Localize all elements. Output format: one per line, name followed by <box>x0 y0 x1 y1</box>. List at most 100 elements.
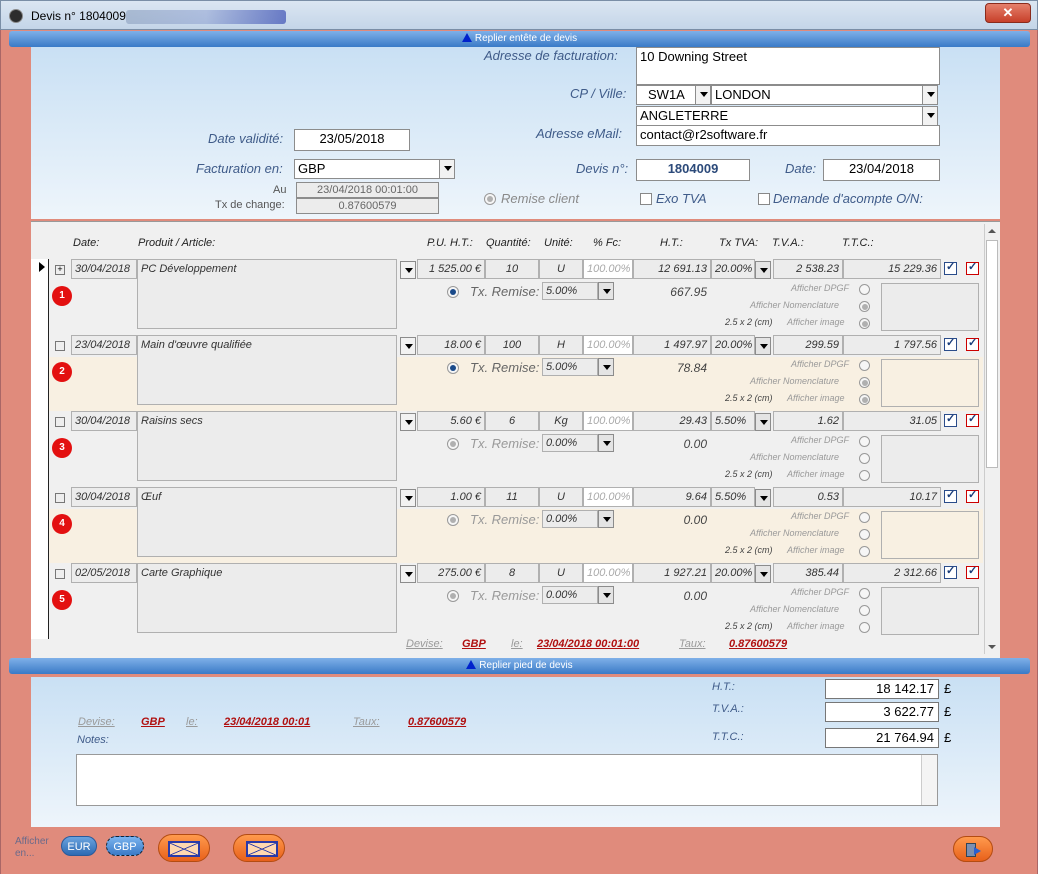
ville-field[interactable]: LONDON <box>711 85 923 105</box>
close-button[interactable]: ✕ <box>985 3 1031 23</box>
cp-field[interactable]: SW1A <box>636 85 696 105</box>
line-include-checkbox[interactable] <box>944 412 957 427</box>
email-field[interactable]: contact@r2software.fr <box>636 125 940 146</box>
line-print-checkbox[interactable] <box>966 260 979 275</box>
line-txtva-field[interactable]: 20.00% <box>711 563 755 583</box>
send-email-button[interactable] <box>233 834 285 862</box>
line-remise-field[interactable]: 5.00% <box>542 358 598 376</box>
line-unit-field[interactable]: U <box>539 487 583 507</box>
line-product-field[interactable]: Œuf <box>137 487 397 557</box>
product-dropdown-icon[interactable] <box>400 489 416 507</box>
afficher-nomenclature-radio[interactable] <box>859 529 870 540</box>
line-print-checkbox[interactable] <box>966 488 979 503</box>
afficher-nomenclature-radio[interactable] <box>859 453 870 464</box>
pied-taux-value[interactable]: 0.87600579 <box>408 716 466 728</box>
product-dropdown-icon[interactable] <box>400 413 416 431</box>
pays-field[interactable]: ANGLETERRE <box>636 106 923 126</box>
line-remise-field[interactable]: 0.00% <box>542 586 598 604</box>
line-txtva-field[interactable]: 5.50% <box>711 411 755 431</box>
tx-remise-radio[interactable] <box>447 286 459 298</box>
exo-tva-checkbox[interactable] <box>640 193 652 205</box>
line-remise-field[interactable]: 0.00% <box>542 434 598 452</box>
line-pu-field[interactable]: 275.00 € <box>417 563 485 583</box>
row-selector[interactable] <box>31 335 49 411</box>
notes-scrollbar[interactable] <box>921 755 937 805</box>
gbp-button[interactable]: GBP <box>106 836 144 856</box>
notes-textarea[interactable] <box>76 754 938 806</box>
row-selector[interactable] <box>31 563 49 639</box>
line-pu-field[interactable]: 1 525.00 € <box>417 259 485 279</box>
line-date-field[interactable]: 30/04/2018 <box>71 487 137 507</box>
afficher-image-radio[interactable] <box>859 394 870 405</box>
row-expand-button[interactable] <box>55 417 65 427</box>
line-include-checkbox[interactable] <box>944 260 957 275</box>
line-quantity-field[interactable]: 8 <box>485 563 539 583</box>
date-validite-field[interactable]: 23/05/2018 <box>294 129 410 151</box>
line-product-field[interactable]: Raisins secs <box>137 411 397 481</box>
afficher-image-radio[interactable] <box>859 470 870 481</box>
devis-num-field[interactable]: 1804009 <box>636 159 750 181</box>
scroll-thumb[interactable] <box>986 240 998 468</box>
row-selector[interactable] <box>31 487 49 563</box>
line-print-checkbox[interactable] <box>966 412 979 427</box>
tx-remise-radio[interactable] <box>447 514 459 526</box>
txtva-dropdown-icon[interactable] <box>755 337 771 355</box>
afficher-image-radio[interactable] <box>859 546 870 557</box>
lines-taux-value[interactable]: 0.87600579 <box>729 638 787 650</box>
tx-remise-radio[interactable] <box>447 590 459 602</box>
afficher-nomenclature-radio[interactable] <box>859 301 870 312</box>
ville-dropdown-icon[interactable] <box>922 85 938 105</box>
email-button[interactable] <box>158 834 210 862</box>
row-selector[interactable] <box>31 411 49 487</box>
afficher-dpgf-radio[interactable] <box>859 588 870 599</box>
line-include-checkbox[interactable] <box>944 336 957 351</box>
afficher-dpgf-radio[interactable] <box>859 512 870 523</box>
afficher-image-radio[interactable] <box>859 318 870 329</box>
product-dropdown-icon[interactable] <box>400 337 416 355</box>
line-include-checkbox[interactable] <box>944 564 957 579</box>
line-quantity-field[interactable]: 10 <box>485 259 539 279</box>
remise-client-radio[interactable] <box>484 193 496 205</box>
remise-dropdown-icon[interactable] <box>598 358 614 376</box>
tx-remise-radio[interactable] <box>447 362 459 374</box>
row-expand-button[interactable] <box>55 341 65 351</box>
line-quantity-field[interactable]: 11 <box>485 487 539 507</box>
txtva-dropdown-icon[interactable] <box>755 489 771 507</box>
line-product-field[interactable]: Main d'œuvre qualifiée <box>137 335 397 405</box>
line-unit-field[interactable]: U <box>539 259 583 279</box>
afficher-nomenclature-radio[interactable] <box>859 377 870 388</box>
line-remise-field[interactable]: 0.00% <box>542 510 598 528</box>
line-fc-field[interactable]: 100.00% <box>583 335 633 355</box>
scroll-up-icon[interactable] <box>985 224 999 238</box>
remise-dropdown-icon[interactable] <box>598 434 614 452</box>
line-pu-field[interactable]: 1.00 € <box>417 487 485 507</box>
tx-remise-radio[interactable] <box>447 438 459 450</box>
line-date-field[interactable]: 30/04/2018 <box>71 259 137 279</box>
line-print-checkbox[interactable] <box>966 564 979 579</box>
row-expand-button[interactable] <box>55 493 65 503</box>
row-expand-button[interactable]: + <box>55 265 65 275</box>
line-pu-field[interactable]: 18.00 € <box>417 335 485 355</box>
line-include-checkbox[interactable] <box>944 488 957 503</box>
line-remise-field[interactable]: 5.00% <box>542 282 598 300</box>
row-expand-button[interactable] <box>55 569 65 579</box>
line-unit-field[interactable]: U <box>539 563 583 583</box>
line-date-field[interactable]: 02/05/2018 <box>71 563 137 583</box>
product-dropdown-icon[interactable] <box>400 261 416 279</box>
line-fc-field[interactable]: 100.00% <box>583 259 633 279</box>
lines-scrollbar[interactable] <box>984 224 998 654</box>
afficher-image-radio[interactable] <box>859 622 870 633</box>
exit-button[interactable] <box>953 836 993 862</box>
scroll-down-icon[interactable] <box>985 640 999 654</box>
devise-select[interactable]: GBP <box>294 159 440 179</box>
remise-dropdown-icon[interactable] <box>598 282 614 300</box>
line-txtva-field[interactable]: 20.00% <box>711 259 755 279</box>
remise-dropdown-icon[interactable] <box>598 510 614 528</box>
line-unit-field[interactable]: H <box>539 335 583 355</box>
line-print-checkbox[interactable] <box>966 336 979 351</box>
remise-dropdown-icon[interactable] <box>598 586 614 604</box>
line-quantity-field[interactable]: 100 <box>485 335 539 355</box>
line-pu-field[interactable]: 5.60 € <box>417 411 485 431</box>
line-fc-field[interactable]: 100.00% <box>583 411 633 431</box>
afficher-dpgf-radio[interactable] <box>859 360 870 371</box>
